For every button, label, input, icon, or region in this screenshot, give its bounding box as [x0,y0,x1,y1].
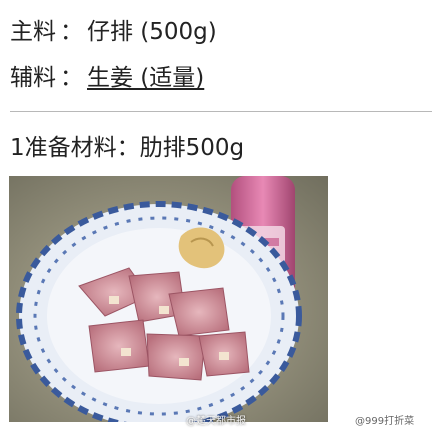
step-text: 准备材料：肋排500g [24,135,245,161]
aux-ingredient-value: 生姜 (适量) [87,65,205,91]
main-ingredient-label: 主料 [10,19,56,45]
main-ingredient-line: 主料：仔排 (500g) [10,18,217,46]
step-number: 1 [10,135,25,161]
main-ingredient-value: 仔排 (500g) [87,19,217,45]
main-ingredient-colon: ： [60,19,83,45]
section-divider [10,111,432,112]
step-line: 1准备材料：肋排500g [10,134,244,162]
site-watermark: @999打折菜 [355,416,415,427]
ingredients-photo [9,176,328,422]
aux-ingredient-line: 辅料：生姜 (适量) [10,64,204,92]
photo-of-ribs-and-ginger-icon [9,176,328,422]
aux-ingredient-label: 辅料 [10,65,56,91]
aux-ingredient-colon: ： [60,65,83,91]
photo-watermark: @楚天都市报 [186,416,246,427]
